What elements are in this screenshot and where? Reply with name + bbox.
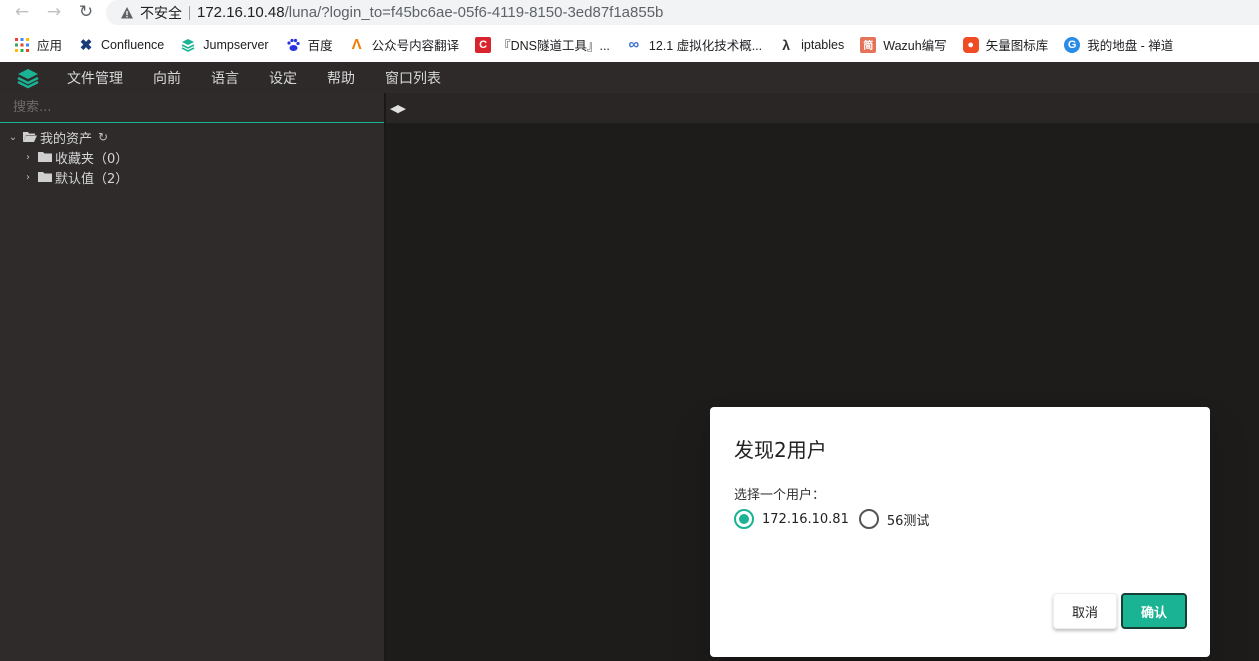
url-path: /luna/?login_to=f45bc6ae-05f6-4119-8150-… bbox=[284, 4, 664, 21]
asset-sidebar: ⌄ 我的资产 ↻ › 收藏夹（0） › 默认值（2） bbox=[0, 93, 384, 661]
apps-grid-icon bbox=[14, 37, 30, 53]
chevron-down-icon[interactable]: ⌄ bbox=[6, 130, 20, 144]
bookmark-label: 『DNS隧道工具』... bbox=[498, 39, 610, 53]
radio-option-1[interactable]: 172.16.10.81 bbox=[734, 509, 849, 529]
menu-language[interactable]: 语言 bbox=[211, 68, 239, 88]
bookmark-label: 公众号内容翻译 bbox=[371, 39, 460, 53]
dialog-title: 发现2用户 bbox=[734, 438, 827, 462]
bookmark-dns-tool[interactable]: C 『DNS隧道工具』... bbox=[475, 31, 610, 58]
cancel-button[interactable]: 取消 bbox=[1053, 593, 1117, 629]
bookmark-apps[interactable]: 应用 bbox=[14, 31, 62, 58]
select-user-dialog: 发现2用户 选择一个用户： 172.16.10.81 56测试 取消 确认 bbox=[710, 407, 1210, 657]
asset-search-input[interactable] bbox=[0, 93, 384, 123]
browser-toolbar: ← → ↻ 不安全 172.16.10.48/luna/?login_to=f4… bbox=[0, 0, 1259, 25]
menu-forward[interactable]: 向前 bbox=[153, 68, 181, 88]
reload-icon[interactable]: ↻ bbox=[74, 0, 98, 24]
tree-root-node[interactable]: ⌄ 我的资产 ↻ bbox=[0, 127, 384, 147]
bookmark-label: 百度 bbox=[307, 39, 333, 53]
bookmark-label: Wazuh编写 bbox=[883, 39, 947, 53]
warning-icon bbox=[121, 6, 133, 18]
folder-open-icon bbox=[23, 132, 37, 142]
bookmark-label: 应用 bbox=[37, 39, 63, 53]
bookmark-label: 矢量图标库 bbox=[985, 39, 1049, 53]
jian-icon: 简 bbox=[860, 36, 877, 53]
radio-option-2[interactable]: 56测试 bbox=[858, 509, 930, 529]
user-radio-group: 172.16.10.81 56测试 bbox=[734, 509, 939, 529]
bookmark-confluence[interactable]: ✖ Confluence bbox=[78, 31, 165, 58]
bookmark-wechat-translate[interactable]: Λ 公众号内容翻译 bbox=[349, 31, 460, 58]
bookmark-label: Confluence bbox=[101, 37, 165, 52]
bookmarks-bar: 应用 ✖ Confluence Jumpserver 百度 Λ 公众号内容翻译 … bbox=[0, 31, 1259, 58]
jumpserver-logo-icon bbox=[0, 62, 56, 93]
zentao-icon: G bbox=[1064, 36, 1081, 53]
bookmark-iconfont[interactable]: ● 矢量图标库 bbox=[962, 31, 1049, 58]
menu-help[interactable]: 帮助 bbox=[327, 68, 355, 88]
bookmark-label: 12.1 虚拟化技术概... bbox=[648, 39, 763, 53]
app-menubar: 文件管理 向前 语言 设定 帮助 窗口列表 bbox=[0, 62, 1259, 93]
collapse-toggle-icon[interactable]: ◀▶ bbox=[390, 102, 406, 115]
bookmark-label: iptables bbox=[801, 37, 845, 52]
radio-label: 56测试 bbox=[886, 513, 930, 529]
radio-label: 172.16.10.81 bbox=[762, 511, 849, 527]
forward-arrow-icon[interactable]: → bbox=[42, 0, 66, 24]
tree-node-label: 默认值（2） bbox=[55, 171, 129, 187]
divider bbox=[189, 5, 190, 20]
radio-unchecked-icon[interactable] bbox=[858, 509, 879, 529]
bookmark-iptables[interactable]: λ iptables bbox=[778, 31, 844, 58]
jumpserver-icon bbox=[180, 37, 196, 53]
bookmark-baidu[interactable]: 百度 bbox=[285, 31, 333, 58]
bookmark-label: 我的地盘 - 禅道 bbox=[1087, 39, 1174, 53]
iconfont-icon: ● bbox=[962, 36, 979, 53]
confluence-icon: ✖ bbox=[79, 36, 93, 54]
bookmark-virtualization[interactable]: ∞ 12.1 虚拟化技术概... bbox=[626, 31, 763, 58]
radio-checked-icon[interactable] bbox=[734, 509, 754, 529]
bookmark-label: Jumpserver bbox=[203, 37, 269, 52]
chevron-right-icon[interactable]: › bbox=[21, 170, 35, 184]
confirm-button[interactable]: 确认 bbox=[1121, 593, 1187, 629]
menu-file-manager[interactable]: 文件管理 bbox=[67, 68, 123, 88]
asset-tree: ⌄ 我的资产 ↻ › 收藏夹（0） › 默认值（2） bbox=[0, 127, 384, 187]
infinity-icon: ∞ bbox=[628, 36, 640, 53]
chevron-right-icon[interactable]: › bbox=[21, 150, 35, 164]
lambda-icon: Λ bbox=[351, 36, 362, 53]
security-label: 不安全 bbox=[140, 4, 182, 21]
dialog-subtitle: 选择一个用户： bbox=[734, 488, 826, 503]
tree-node-label: 收藏夹（0） bbox=[55, 151, 129, 167]
refresh-icon[interactable]: ↻ bbox=[98, 130, 108, 144]
script-icon: λ bbox=[782, 36, 791, 53]
url-text[interactable]: 172.16.10.48/luna/?login_to=f45bc6ae-05f… bbox=[197, 4, 663, 21]
bookmark-wazuh[interactable]: 简 Wazuh编写 bbox=[860, 31, 947, 58]
bookmark-zentao[interactable]: G 我的地盘 - 禅道 bbox=[1064, 31, 1173, 58]
baidu-paw-icon bbox=[285, 37, 301, 53]
bookmark-jumpserver[interactable]: Jumpserver bbox=[180, 31, 269, 58]
menu-settings[interactable]: 设定 bbox=[269, 68, 297, 88]
tab-strip: ◀▶ bbox=[386, 93, 1259, 123]
url-host: 172.16.10.48 bbox=[197, 4, 285, 21]
folder-icon bbox=[38, 172, 52, 182]
back-arrow-icon[interactable]: ← bbox=[10, 0, 34, 24]
tree-root-label: 我的资产 bbox=[40, 131, 93, 147]
c-badge-icon: C bbox=[475, 36, 492, 53]
tree-node-default[interactable]: › 默认值（2） bbox=[0, 167, 384, 187]
menu-window-list[interactable]: 窗口列表 bbox=[385, 68, 441, 88]
tree-node-favorites[interactable]: › 收藏夹（0） bbox=[0, 147, 384, 167]
address-bar[interactable]: 不安全 172.16.10.48/luna/?login_to=f45bc6ae… bbox=[106, 0, 1259, 25]
folder-icon bbox=[38, 152, 52, 162]
